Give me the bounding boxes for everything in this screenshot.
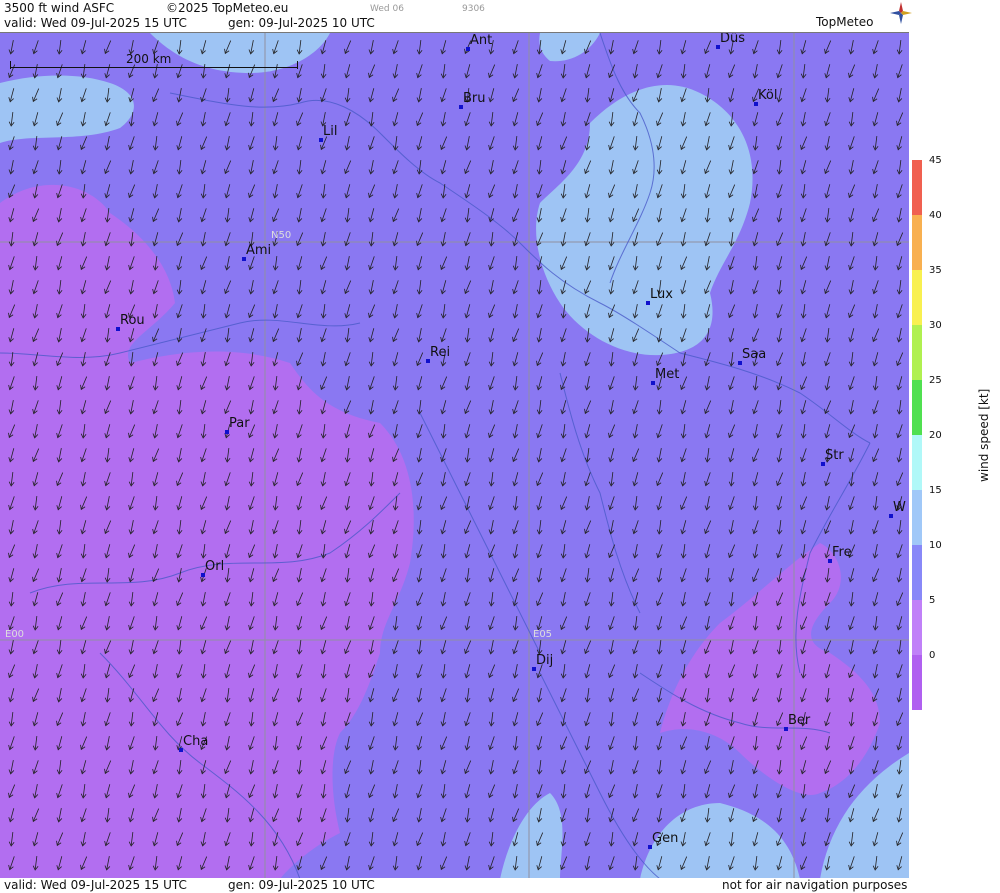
legend-tick: 5: [929, 595, 936, 606]
city-marker[interactable]: Ber: [784, 713, 810, 731]
footer-valid: valid: Wed 09-Jul-2025 15 UTC: [4, 878, 187, 892]
lon-label-e00: E00: [5, 629, 25, 640]
legend-tick: 40: [929, 210, 942, 221]
city-marker[interactable]: W: [889, 500, 906, 518]
city-marker[interactable]: Köl: [754, 88, 777, 106]
legend-swatch: [912, 270, 922, 325]
footer-generated: gen: 09-Jul-2025 10 UTC: [228, 878, 375, 892]
city-marker[interactable]: Fre: [828, 545, 852, 563]
city-marker[interactable]: Lux: [646, 287, 673, 305]
valid-time: valid: Wed 09-Jul-2025 15 UTC: [4, 16, 187, 30]
logo-text: TopMeteo: [816, 15, 874, 29]
header: 3500 ft wind ASFC ©2025 TopMeteo.eu Wed …: [0, 0, 1000, 32]
legend-tick: 35: [929, 265, 942, 276]
legend-tick: 25: [929, 375, 942, 386]
legend-tick: 45: [929, 155, 942, 166]
city-marker[interactable]: Gen: [648, 831, 678, 849]
city-marker[interactable]: Rei: [426, 345, 450, 363]
legend-swatch: [912, 215, 922, 270]
legend-swatch: [912, 160, 922, 215]
legend-swatch: [912, 600, 922, 655]
wind-field: [0, 33, 909, 879]
city-marker[interactable]: Str: [821, 448, 844, 466]
product-title: 3500 ft wind ASFC: [4, 1, 115, 15]
footer-disclaimer: not for air navigation purposes: [722, 878, 908, 892]
lon-label-e05: E05: [533, 629, 553, 640]
lat-label-n50: N50: [271, 230, 292, 241]
copyright: ©2025 TopMeteo.eu: [166, 1, 289, 15]
generated-time: gen: 09-Jul-2025 10 UTC: [228, 16, 375, 30]
city-marker[interactable]: Orl: [201, 559, 224, 577]
city-marker[interactable]: Par: [225, 416, 250, 434]
legend-swatch: [912, 380, 922, 435]
city-marker[interactable]: Ant: [466, 33, 492, 51]
legend-tick: 10: [929, 540, 942, 551]
legend-tick: 30: [929, 320, 942, 331]
legend-swatch: [912, 435, 922, 490]
day-tab[interactable]: Wed 06: [370, 4, 404, 14]
city-marker[interactable]: Saa: [738, 347, 766, 365]
legend-swatch: [912, 545, 922, 600]
legend-tick: 20: [929, 430, 942, 441]
legend-tick: 15: [929, 485, 942, 496]
city-marker[interactable]: Lil: [319, 124, 337, 142]
wind-map[interactable]: N50 E00 E05 200 km Ant Düs Bru Köl Lil A…: [0, 32, 910, 879]
compass-icon: [890, 2, 912, 24]
legend-swatch: [912, 325, 922, 380]
scale-label: 200 km: [126, 52, 172, 66]
footer: valid: Wed 09-Jul-2025 15 UTC gen: 09-Ju…: [0, 878, 1000, 893]
legend-title: wind speed [kt]: [977, 388, 991, 482]
code: 9306: [462, 4, 485, 14]
city-marker[interactable]: Rou: [116, 313, 145, 331]
city-marker[interactable]: Bru: [459, 91, 486, 109]
city-marker[interactable]: Ami: [242, 243, 271, 261]
legend-swatch: [912, 490, 922, 545]
scale-bar: 200 km: [10, 52, 298, 69]
legend-swatch: [912, 655, 922, 710]
legend-tick: 0: [929, 650, 936, 661]
city-marker[interactable]: Cha: [179, 734, 208, 752]
city-marker[interactable]: Met: [651, 367, 679, 385]
legend: 45 40 35 30 25 20 15 10 5 0 wind speed […: [909, 32, 1000, 878]
city-marker[interactable]: Düs: [716, 33, 745, 49]
city-marker[interactable]: Dij: [532, 653, 553, 671]
